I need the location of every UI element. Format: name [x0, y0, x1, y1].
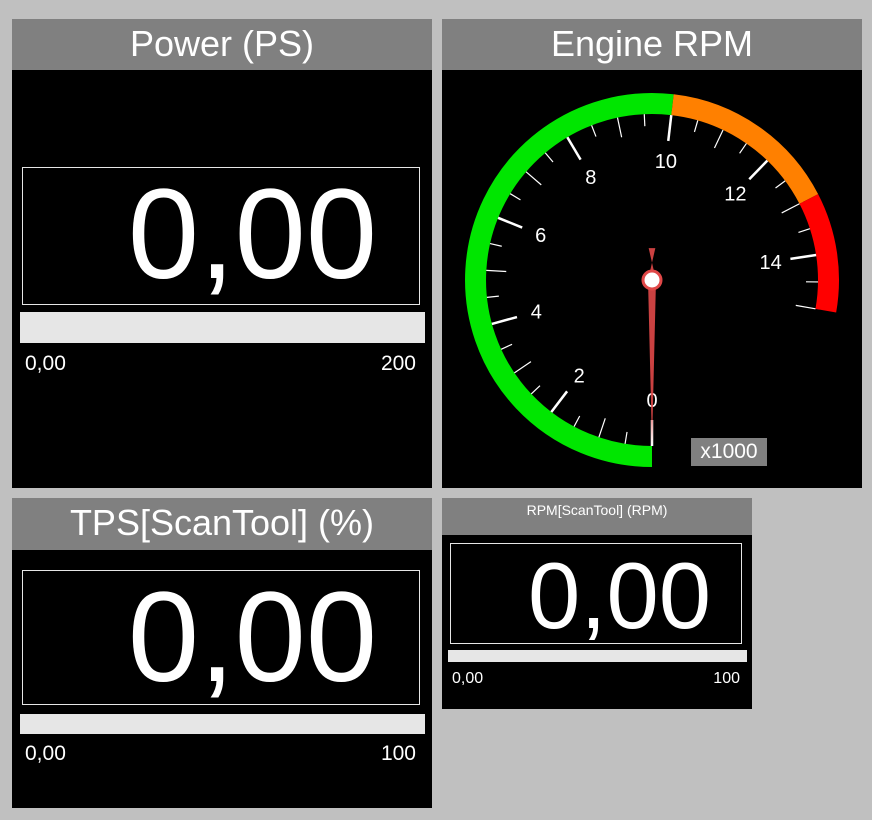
- tps-level-bar: [20, 714, 425, 734]
- tps-panel-title: TPS[ScanTool] (%): [12, 498, 432, 550]
- rpm-tick-label: 10: [655, 151, 677, 173]
- rpm-tick: [566, 136, 582, 161]
- rpm-scantool-min-label: 0,00: [452, 670, 484, 687]
- rpm-tick: [486, 295, 499, 298]
- engine-rpm-panel: Engine RPM 02468101214 x1000: [442, 19, 862, 488]
- rpm-tick: [486, 269, 507, 273]
- rpm-tick-label: 8: [585, 167, 596, 189]
- rpm-tick: [573, 415, 581, 427]
- rpm-tick: [530, 385, 541, 395]
- engine-rpm-title: Engine RPM: [442, 19, 862, 70]
- rpm-tick-label: 14: [760, 252, 782, 274]
- rpm-scantool-level-bar: [448, 650, 747, 662]
- power-readout: 0,00: [22, 167, 420, 305]
- rpm-tick: [514, 361, 532, 374]
- rpm-tick: [489, 243, 502, 247]
- tps-max-label: 100: [380, 742, 416, 765]
- rpm-needle-hub: [641, 269, 663, 291]
- rpm-tick: [491, 315, 518, 326]
- tps-readout: 0,00: [22, 570, 420, 705]
- rpm-tick-label: 6: [535, 225, 546, 247]
- rpm-tick: [790, 253, 817, 261]
- power-value: 0,00: [127, 167, 377, 305]
- rpm-tick: [795, 304, 816, 310]
- rpm-tick: [591, 125, 597, 137]
- rpm-tick: [748, 159, 769, 181]
- rpm-tick: [781, 203, 800, 214]
- power-min-label: 0,00: [25, 352, 66, 375]
- rpm-tick: [509, 193, 521, 201]
- rpm-scantool-value: 0,00: [528, 543, 711, 644]
- rpm-tick-label: 12: [724, 184, 746, 206]
- rpm-tick: [713, 129, 724, 149]
- rpm-tick: [775, 180, 786, 189]
- tps-value: 0,00: [127, 570, 377, 705]
- power-max-label: 200: [380, 352, 416, 375]
- rpm-tick-label: 2: [574, 365, 585, 387]
- rpm-tick: [693, 120, 699, 133]
- rpm-gauge: 02468101214: [465, 93, 839, 467]
- rpm-tick-label: 4: [531, 302, 542, 324]
- rpm-scantool-panel: RPM[ScanTool] (RPM) 0,00 0,00 100: [442, 498, 752, 709]
- tps-panel: TPS[ScanTool] (%) 0,00 0,00 100: [12, 498, 432, 808]
- rpm-tick: [497, 216, 523, 229]
- rpm-tick: [500, 343, 513, 350]
- rpm-scantool-title: RPM[ScanTool] (RPM): [442, 498, 752, 535]
- rpm-tick: [667, 114, 673, 142]
- rpm-tick: [550, 390, 569, 413]
- rpm-tick: [643, 114, 646, 127]
- power-panel: Power (PS) 0,00 0,00 200: [12, 19, 432, 488]
- rpm-tick: [739, 143, 747, 154]
- power-panel-title: Power (PS): [12, 19, 432, 70]
- rpm-tick: [624, 431, 628, 444]
- rpm-unit-label: x1000: [691, 438, 767, 466]
- rpm-tick: [544, 152, 554, 163]
- rpm-tick: [798, 228, 811, 233]
- rpm-tick: [598, 418, 606, 438]
- tps-min-label: 0,00: [25, 742, 66, 765]
- rpm-tick: [616, 117, 623, 138]
- rpm-scantool-readout: 0,00: [450, 543, 742, 644]
- rpm-tick: [525, 171, 542, 186]
- power-level-bar: [20, 312, 425, 343]
- rpm-scantool-max-label: 100: [713, 670, 740, 687]
